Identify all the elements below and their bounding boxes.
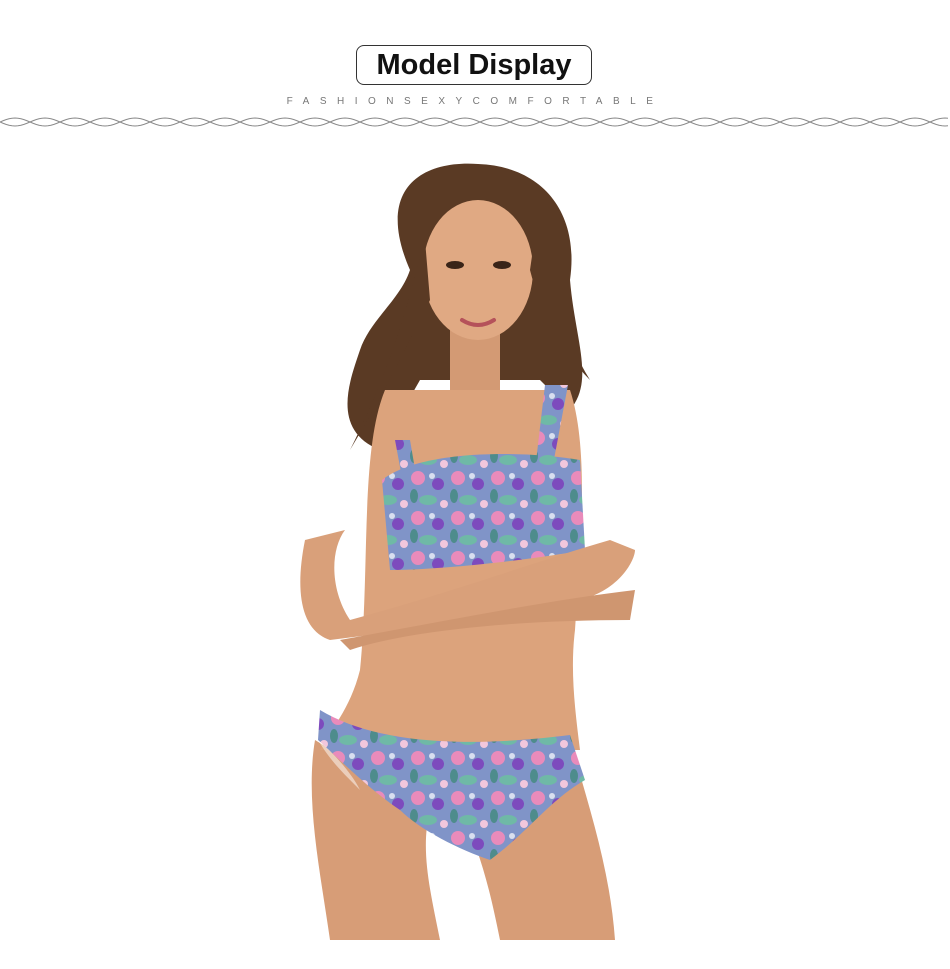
- bikini-top: [382, 454, 585, 570]
- decorative-wave-divider: [0, 117, 949, 127]
- model-photo: [300, 163, 635, 940]
- face: [423, 200, 533, 340]
- page-title-text: Model Display: [376, 48, 572, 81]
- tagline: FASHIONSEXYCOMFORTABLE: [286, 96, 664, 107]
- page-title: Model Display: [356, 45, 592, 85]
